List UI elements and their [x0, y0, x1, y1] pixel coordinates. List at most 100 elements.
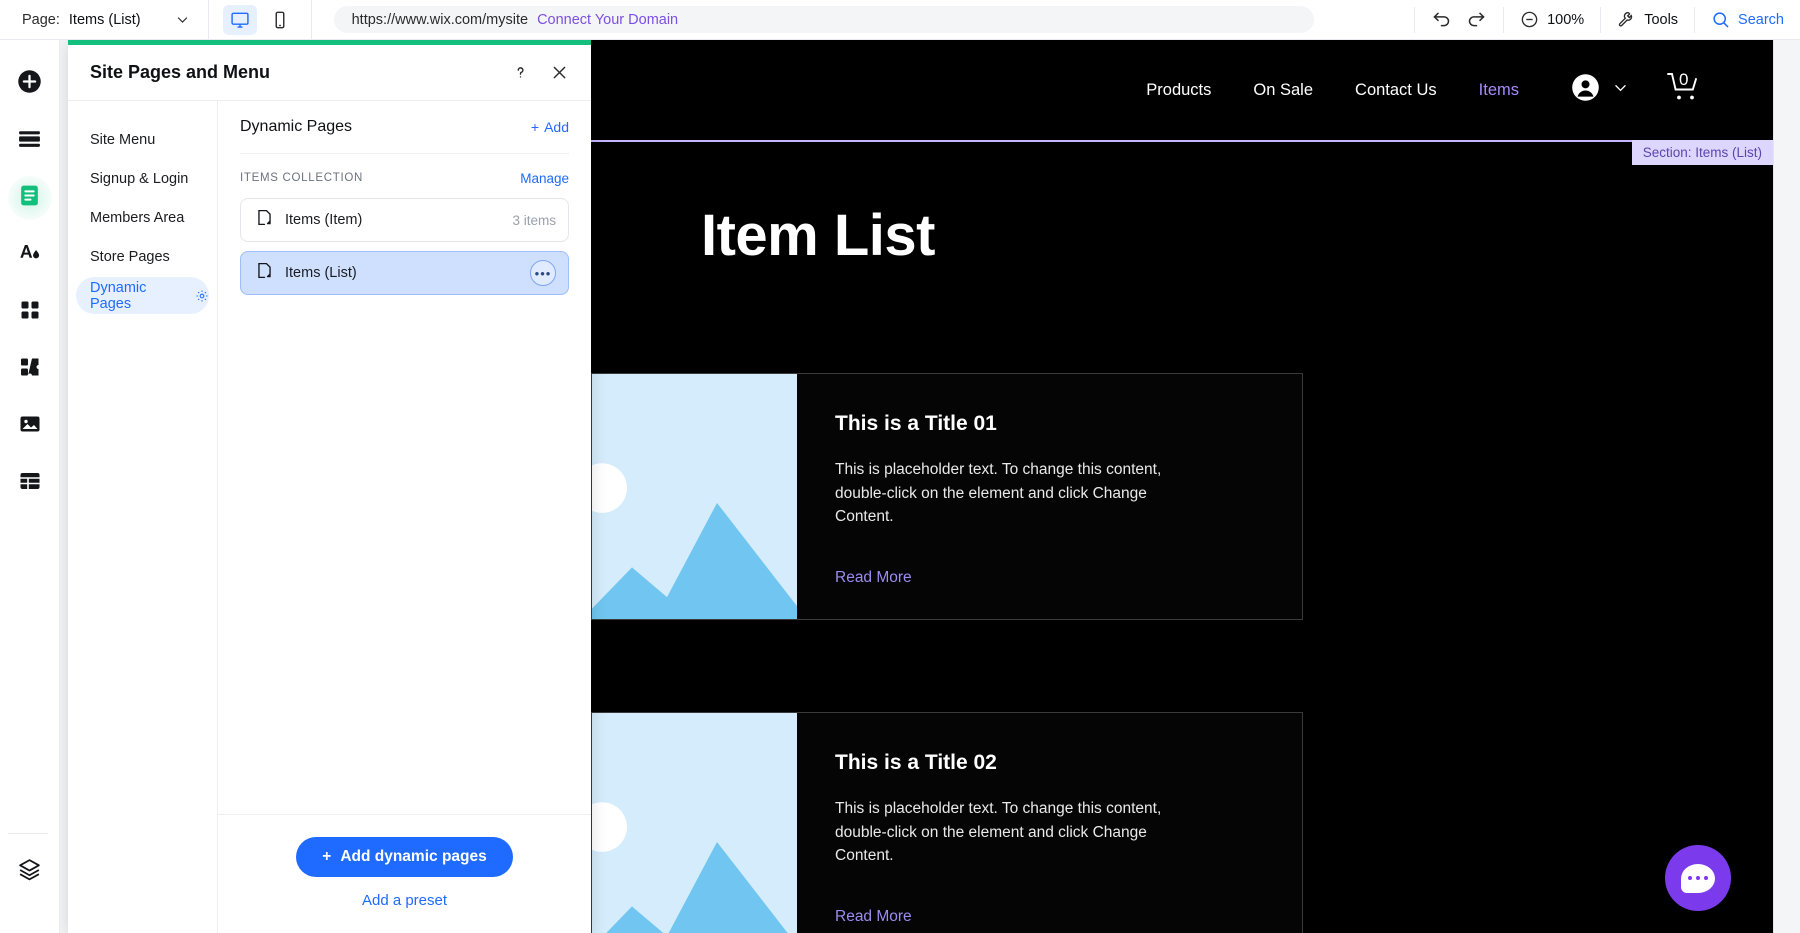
card-description: This is placeholder text. To change this…	[835, 461, 1162, 526]
plus-circle-icon	[16, 68, 43, 100]
site-url-bar[interactable]: https://www.wix.com/mysite Connect Your …	[333, 6, 1314, 33]
sidebar-item-add-elements[interactable]	[8, 62, 52, 106]
panel-footer: + Add dynamic pages Add a preset	[218, 814, 591, 933]
site-nav-link-items[interactable]: Items	[1479, 81, 1519, 100]
sidebar-item-site-design[interactable]	[8, 233, 52, 277]
chat-bubble-shape	[1681, 863, 1715, 893]
collection-name: ITEMS COLLECTION	[240, 172, 364, 184]
site-preview: Products On Sale Contact Us Items 0 Item…	[591, 40, 1773, 933]
card-body: This is a Title 02 This is placeholder t…	[797, 713, 1302, 933]
add-preset-link[interactable]: Add a preset	[362, 892, 447, 909]
panel-nav: Site Menu Signup & Login Members Area St…	[68, 101, 218, 933]
site-nav: Products On Sale Contact Us Items	[1146, 81, 1519, 100]
zoom-out-button[interactable]: 100%	[1520, 10, 1584, 29]
question-mark-icon[interactable]	[511, 63, 530, 82]
panel-section-title: Dynamic Pages	[240, 118, 353, 135]
search-icon	[1711, 10, 1730, 29]
panel-nav-label: Site Menu	[90, 131, 156, 148]
sidebar-item-add-apps[interactable]	[8, 347, 52, 391]
sidebar-bottom-group	[7, 833, 52, 907]
undo-icon[interactable]	[1431, 9, 1452, 30]
panel-section-header: Dynamic Pages + Add	[240, 101, 569, 153]
page-row-items-item[interactable]: Items (Item) 3 items	[240, 198, 569, 242]
card-read-more-link[interactable]: Read More	[835, 569, 912, 587]
panel-nav-item-store-pages[interactable]: Store Pages	[76, 238, 209, 275]
redo-icon[interactable]	[1466, 9, 1487, 30]
panel-nav-item-dynamic-pages[interactable]: Dynamic Pages	[76, 277, 209, 314]
divider	[310, 0, 312, 40]
manage-link[interactable]: Manage	[520, 171, 569, 186]
tools-control: Tools	[1601, 0, 1694, 39]
dynamic-page-icon	[255, 261, 274, 285]
site-nav-link-on-sale[interactable]: On Sale	[1253, 81, 1313, 100]
canvas-right-gutter	[1773, 40, 1800, 933]
panel-nav-label: Signup & Login	[90, 170, 189, 187]
tools-icon	[1617, 10, 1636, 29]
toolbar-right: 100% Tools Search	[1414, 0, 1800, 39]
chat-bubble-icon[interactable]	[1665, 845, 1731, 911]
site-url-text: https://www.wix.com/mysite	[351, 11, 529, 28]
tools-button[interactable]: Tools	[1617, 10, 1678, 29]
repeater-item-card-1[interactable]: This is a Title 01 This is placeholder t…	[591, 373, 1303, 620]
panel-nav-label: Members Area	[90, 209, 185, 226]
close-icon[interactable]	[550, 63, 569, 82]
dot	[1695, 875, 1701, 881]
panel-nav-label: Dynamic Pages	[90, 279, 147, 312]
site-header: Products On Sale Contact Us Items 0	[591, 40, 1773, 140]
search-button[interactable]: Search	[1711, 10, 1784, 29]
zoom-out-icon[interactable]	[1520, 10, 1539, 29]
mobile-view-icon[interactable]	[263, 5, 297, 35]
site-nav-link-products[interactable]: Products	[1146, 81, 1211, 100]
plus-icon: +	[322, 848, 332, 865]
section-badge[interactable]: Section: Items (List)	[1631, 140, 1773, 165]
page-row-item-count: 3 items	[512, 212, 556, 228]
divider	[207, 0, 209, 40]
page-row-name: Items (Item)	[285, 212, 363, 228]
site-nav-link-contact-us[interactable]: Contact Us	[1355, 81, 1437, 100]
sidebar-item-cms[interactable]	[8, 461, 52, 505]
sidebar-item-site-pages-menu[interactable]	[7, 176, 52, 220]
gear-icon[interactable]	[195, 289, 209, 303]
editor-canvas: Products On Sale Contact Us Items 0 Item…	[591, 40, 1800, 933]
collection-header: ITEMS COLLECTION Manage	[240, 158, 569, 198]
page-title: Item List	[701, 203, 936, 268]
panel-body: Site Menu Signup & Login Members Area St…	[68, 101, 591, 933]
panel-scroll-area: Dynamic Pages + Add ITEMS COLLECTION Man…	[218, 101, 591, 814]
page-row-items-list[interactable]: Items (List) •••	[240, 251, 569, 295]
placeholder-mountain-image	[592, 374, 797, 619]
section-boundary-line	[591, 140, 1773, 142]
repeater-item-card-2[interactable]: This is a Title 02 This is placeholder t…	[591, 712, 1303, 933]
panel-nav-item-signup-login[interactable]: Signup & Login	[76, 160, 209, 197]
page-row-more-button[interactable]: •••	[530, 260, 556, 286]
sidebar-item-apps[interactable]	[8, 290, 52, 334]
account-menu[interactable]	[1571, 73, 1629, 107]
sidebar-item-media[interactable]	[8, 404, 52, 448]
desktop-view-icon[interactable]	[222, 4, 257, 35]
card-title: This is a Title 02	[835, 751, 997, 774]
add-dynamic-pages-button[interactable]: + Add dynamic pages	[296, 837, 513, 877]
search-control: Search	[1695, 0, 1800, 39]
panel-nav-label: Store Pages	[90, 248, 170, 265]
connect-domain-link[interactable]: Connect Your Domain	[537, 12, 678, 28]
panel-title: Site Pages and Menu	[90, 62, 271, 82]
chevron-down-icon[interactable]	[1612, 79, 1629, 101]
site-pages-panel: Site Pages and Menu Site Menu Signup & L…	[68, 40, 591, 933]
cart-count: 0	[1679, 69, 1689, 89]
add-link[interactable]: + Add	[531, 119, 569, 135]
card-title: This is a Title 01	[835, 412, 997, 435]
page-selector[interactable]: Page: Items (List)	[0, 0, 194, 39]
panel-nav-item-site-menu[interactable]: Site Menu	[76, 121, 209, 158]
card-body: This is a Title 01 This is placeholder t…	[797, 374, 1302, 619]
sidebar-item-layers[interactable]	[8, 850, 52, 894]
wix-editor-app: Page: Items (List) https://www.wix.com/m…	[0, 0, 1800, 933]
dot	[1703, 875, 1709, 881]
panel-nav-item-members-area[interactable]: Members Area	[76, 199, 209, 236]
current-page-name: Items (List)	[68, 11, 141, 28]
pages-document-icon	[17, 183, 42, 213]
chevron-down-icon[interactable]	[172, 9, 194, 31]
panel-header-actions	[511, 63, 569, 82]
divider	[240, 153, 569, 154]
shopping-cart-icon[interactable]: 0	[1665, 69, 1703, 110]
card-read-more-link[interactable]: Read More	[835, 908, 912, 926]
sidebar-item-add-section[interactable]	[8, 119, 52, 163]
